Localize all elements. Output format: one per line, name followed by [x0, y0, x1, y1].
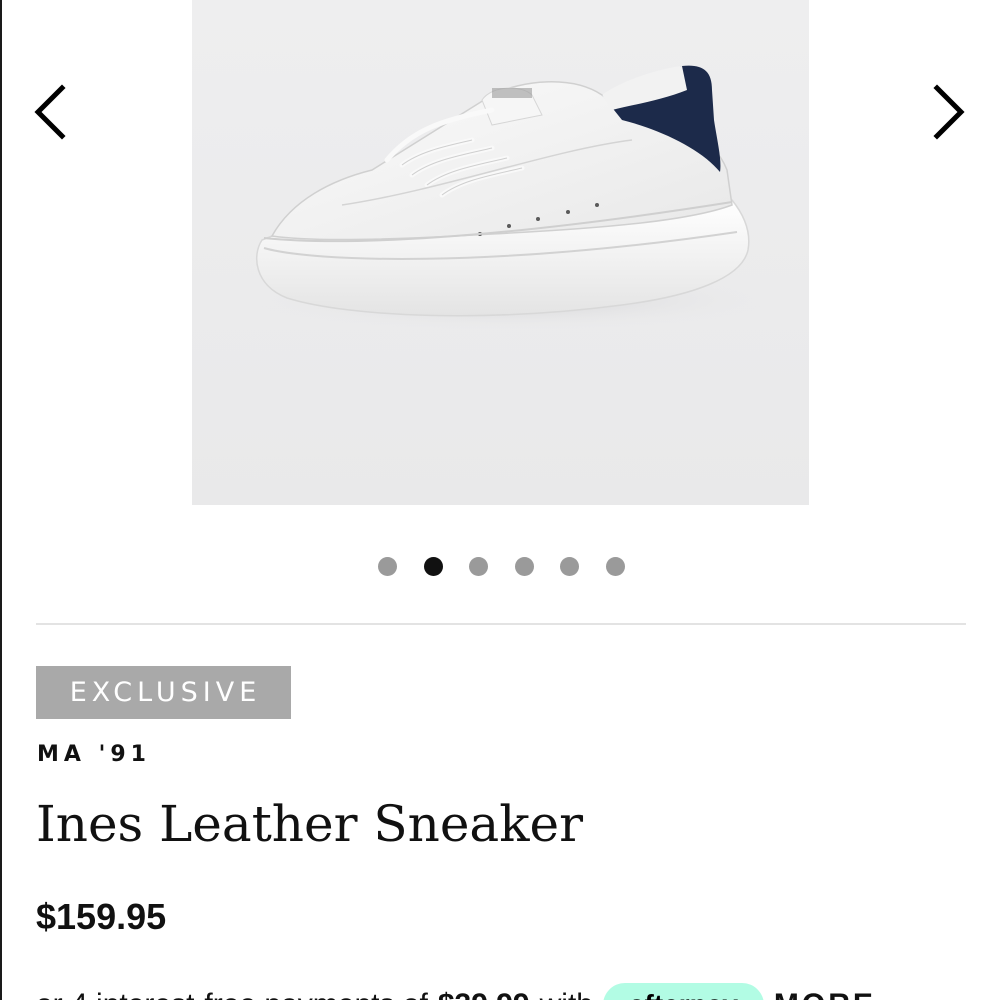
more-info-link[interactable]: MORE: [774, 988, 876, 1000]
installment-prefix: or 4 interest-free payments of: [36, 988, 428, 1000]
carousel-dot[interactable]: [514, 557, 534, 576]
carousel-dot[interactable]: [378, 557, 397, 576]
carousel-dot[interactable]: [605, 557, 625, 576]
product-title: Ines Leather Sneaker: [36, 795, 584, 853]
sneaker-image: [192, 0, 809, 505]
carousel-dot[interactable]: [560, 557, 579, 576]
product-image[interactable]: [192, 0, 809, 505]
carousel-dot[interactable]: [469, 557, 488, 576]
product-page: EXCLUSIVE MA '91 Ines Leather Sneaker $1…: [0, 0, 1000, 1000]
chevron-left-icon: [34, 84, 66, 140]
chevron-right-icon: [933, 84, 965, 140]
installment-amount: $39.99: [438, 988, 530, 1000]
carousel-pagination: [378, 557, 625, 576]
brand-name[interactable]: MA '91: [37, 742, 151, 767]
carousel-dot-active[interactable]: [423, 557, 443, 576]
installment-with: with: [540, 988, 593, 1000]
afterpay-logo[interactable]: afterpay: [602, 983, 764, 1000]
carousel-next-button[interactable]: [925, 82, 969, 142]
product-price: $159.95: [36, 896, 167, 937]
exclusive-badge: EXCLUSIVE: [36, 666, 291, 719]
installment-info: or 4 interest-free payments of $39.99 wi…: [36, 983, 876, 1000]
divider: [36, 623, 966, 625]
edge-line: [0, 0, 2, 1000]
carousel-prev-button[interactable]: [30, 82, 74, 142]
